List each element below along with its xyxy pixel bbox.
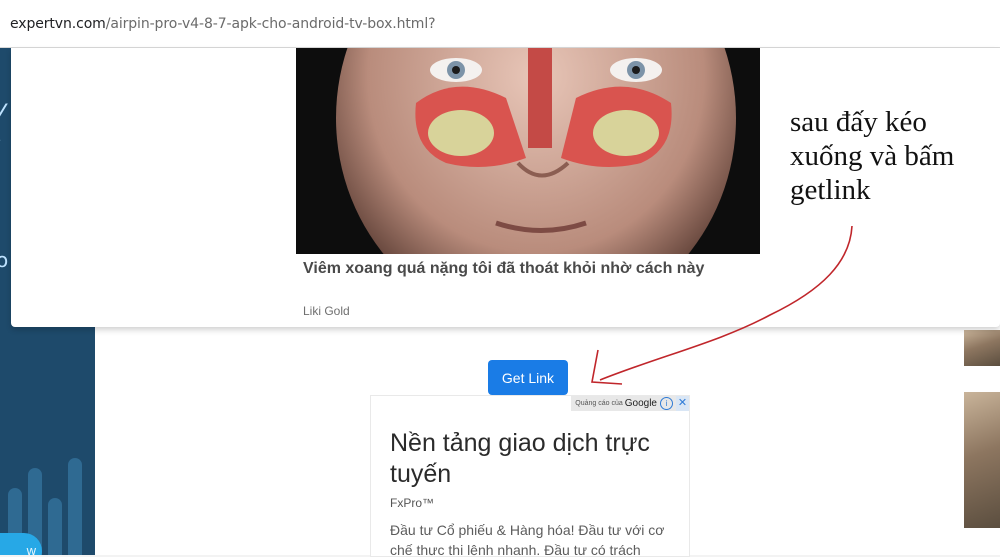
ad-title[interactable]: Viêm xoang quá nặng tôi đã thoát khỏi nh… <box>303 260 704 278</box>
ad-source: Liki Gold <box>303 304 350 318</box>
google-ad-unit[interactable]: Quảng cáo của Google i ✕ Nền tảng giao d… <box>370 395 690 557</box>
banner-mark-icon: ⁄ <box>0 98 3 131</box>
sidebar-thumbnail[interactable] <box>964 330 1000 366</box>
ad-headline[interactable]: Nền tảng giao dịch trực tuyến <box>390 428 680 490</box>
banner-letter-icon: o <box>0 248 9 272</box>
face-sinus-anatomy-icon <box>296 48 760 254</box>
annotation-text: sau đấy kéo xuống và bấm getlink <box>790 106 955 206</box>
ad-badge-label: Quảng cáo của <box>575 400 623 407</box>
ad-choices-badge[interactable]: Quảng cáo của Google i ✕ <box>571 396 689 411</box>
banner-cta-button[interactable]: w <box>0 533 42 555</box>
ad-badge-brand: Google <box>624 398 657 409</box>
address-bar[interactable]: expertvn.com/airpin-pro-v4-8-7-apk-cho-a… <box>0 0 1000 48</box>
info-icon[interactable]: i <box>660 397 673 410</box>
close-icon[interactable]: ✕ <box>676 396 689 411</box>
get-link-button[interactable]: Get Link <box>488 360 568 395</box>
ad-advertiser: FxPro™ <box>390 496 435 510</box>
ad-description: Đầu tư Cổ phiếu & Hàng hóa! Đầu tư với c… <box>390 522 665 557</box>
url-path: /airpin-pro-v4-8-7-apk-cho-android-tv-bo… <box>105 16 436 32</box>
url-text[interactable]: expertvn.com/airpin-pro-v4-8-7-apk-cho-a… <box>10 16 436 32</box>
sidebar-thumbnail[interactable] <box>964 392 1000 528</box>
url-host: expertvn.com <box>10 16 106 32</box>
banner-dot-icon: · <box>0 136 1 147</box>
ad-image[interactable] <box>296 48 760 254</box>
